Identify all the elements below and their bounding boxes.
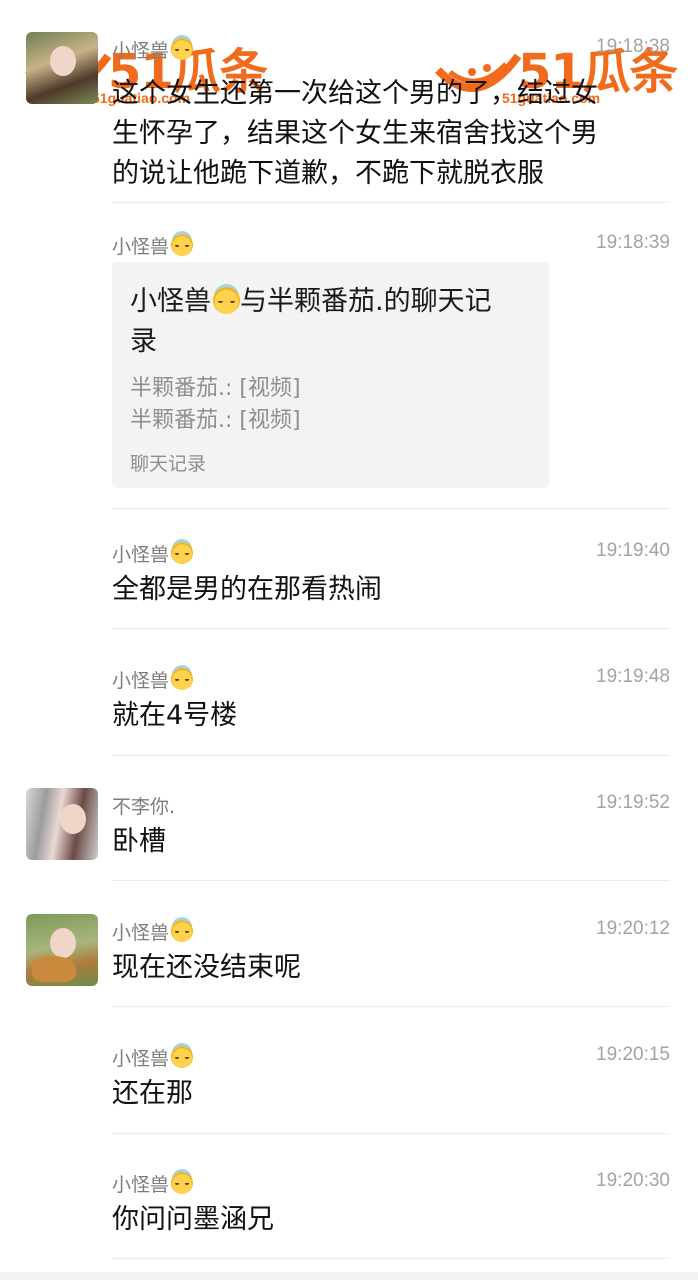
angel-emoji-icon <box>171 234 194 256</box>
sender-name: 小怪兽 <box>112 666 194 693</box>
sender-name: 小怪兽 <box>112 232 194 259</box>
message-time: 19:20:12 <box>596 918 670 939</box>
message-text[interactable]: 还在那 <box>112 1074 670 1114</box>
divider <box>112 508 670 509</box>
angel-emoji-icon <box>171 1172 194 1194</box>
divider <box>112 755 670 756</box>
avatar[interactable] <box>26 32 98 104</box>
message-time: 19:19:40 <box>596 540 670 561</box>
message-item: 小怪兽 19:20:12 现在还没结束呢 <box>112 918 670 998</box>
avatar[interactable] <box>26 914 98 986</box>
message-item: 不李你. 19:19:52 卧槽 <box>112 792 670 872</box>
sender-name: 不李你. <box>112 796 176 818</box>
message-time: 19:19:48 <box>596 666 670 687</box>
sender-name: 小怪兽 <box>112 918 194 945</box>
message-text[interactable]: 这个女生还第一次给这个男的了，结过女 生怀孕了，结果这个女生来宿舍找这个男 的说… <box>112 74 670 194</box>
divider <box>112 1006 670 1007</box>
chat-record-line: 半颗番茄.: [视频] <box>130 408 301 433</box>
message-item: 小怪兽 19:19:40 全都是男的在那看热闹 <box>112 540 670 620</box>
message-item: 小怪兽 19:18:39 <box>112 232 670 262</box>
message-time: 19:19:52 <box>596 792 670 813</box>
divider <box>112 202 670 203</box>
message-item: 小怪兽 19:20:30 你问问墨涵兄 <box>112 1170 670 1250</box>
sender-name: 小怪兽 <box>112 540 194 567</box>
message-text[interactable]: 就在4号楼 <box>112 696 670 736</box>
chat-record-line: 半颗番茄.: [视频] <box>130 376 301 401</box>
angel-emoji-icon <box>213 287 240 314</box>
bottom-bar <box>0 1272 698 1280</box>
avatar[interactable] <box>26 788 98 860</box>
angel-emoji-icon <box>171 542 194 564</box>
angel-emoji-icon <box>171 668 194 690</box>
message-item: 小怪兽 19:20:15 还在那 <box>112 1044 670 1124</box>
message-item: 小怪兽 19:19:48 就在4号楼 <box>112 666 670 746</box>
sender-name: 小怪兽 <box>112 36 194 63</box>
divider <box>112 880 670 881</box>
chat-record-footer: 聊天记录 <box>130 453 207 475</box>
angel-emoji-icon <box>171 920 194 942</box>
sender-name: 小怪兽 <box>112 1044 194 1071</box>
message-time: 19:20:30 <box>596 1170 670 1191</box>
message-time: 19:20:15 <box>596 1044 670 1065</box>
message-item: 小怪兽 19:18:38 这个女生还第一次给这个男的了，结过女 生怀孕了，结果这… <box>112 36 670 196</box>
divider <box>112 1258 670 1259</box>
message-time: 19:18:39 <box>596 232 670 253</box>
divider <box>112 628 670 629</box>
message-time: 19:18:38 <box>596 36 670 57</box>
message-text[interactable]: 现在还没结束呢 <box>112 948 670 988</box>
chat-record-card[interactable]: 小怪兽 与半颗番茄.的聊天记录 半颗番茄.: [视频] 半颗番茄.: [视频] 聊… <box>112 262 549 488</box>
angel-emoji-icon <box>171 1046 194 1068</box>
sender-name: 小怪兽 <box>112 1170 194 1197</box>
angel-emoji-icon <box>171 38 194 60</box>
message-text[interactable]: 卧槽 <box>112 822 670 862</box>
divider <box>112 1133 670 1134</box>
message-text[interactable]: 你问问墨涵兄 <box>112 1200 670 1240</box>
message-text[interactable]: 全都是男的在那看热闹 <box>112 570 670 610</box>
chat-record-title: 小怪兽 与半颗番茄.的聊天记录 <box>130 286 492 357</box>
